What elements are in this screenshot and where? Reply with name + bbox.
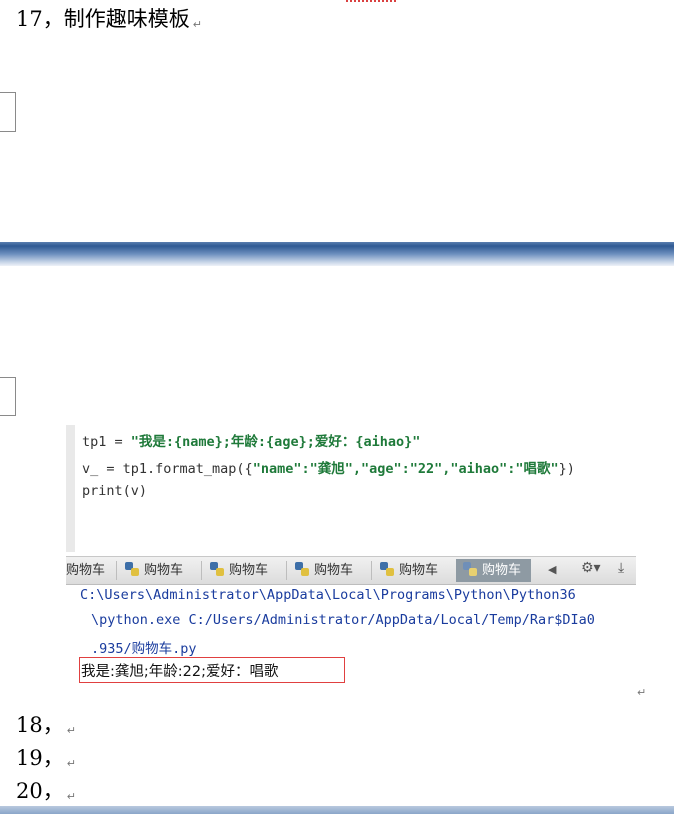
page-bottom-bar xyxy=(0,806,674,814)
page-break-bar xyxy=(0,242,674,266)
run-tab[interactable]: 购物车 xyxy=(209,559,268,582)
paragraph-mark-icon: ↵ xyxy=(66,724,76,737)
run-tab[interactable]: 购物车 xyxy=(379,559,438,582)
python-icon xyxy=(463,562,477,576)
paragraph-mark-icon: ↵ xyxy=(637,686,647,699)
console-result: 我是:龚旭;年龄:22;爱好：唱歌 xyxy=(81,664,279,680)
python-icon xyxy=(125,562,139,576)
heading-17-text: 17，制作趣味模板 xyxy=(16,7,190,31)
run-tab[interactable]: 购物车 xyxy=(124,559,183,582)
margin-corner-mark xyxy=(0,92,16,132)
code-line-1: tp1 = "我是:{name};年龄:{age};爱好：{aihao}" xyxy=(82,434,421,450)
item-20: 20， ↵ xyxy=(16,779,76,803)
python-icon xyxy=(295,562,309,576)
python-icon xyxy=(210,562,224,576)
run-tab-active[interactable]: 购物车 xyxy=(456,559,532,582)
code-line-3: print(v) xyxy=(82,483,148,499)
paragraph-mark-icon: ↵ xyxy=(192,18,202,31)
margin-corner-mark xyxy=(0,377,16,416)
paragraph-mark-icon: ↵ xyxy=(66,757,76,770)
console-line-2: \python.exe C:/Users/Administrator/AppDa… xyxy=(91,612,595,628)
run-tab[interactable]: 购物车 xyxy=(294,559,353,582)
heading-17: 17，制作趣味模板 ↵ xyxy=(16,7,202,37)
editor-gutter xyxy=(66,425,75,552)
run-tab-partial[interactable]: 购物车 xyxy=(66,559,105,582)
item-19: 19， ↵ xyxy=(16,746,76,770)
item-18: 18， ↵ xyxy=(16,713,76,737)
python-icon xyxy=(380,562,394,576)
paragraph-mark-icon: ↵ xyxy=(66,790,76,803)
spellcheck-underline xyxy=(346,0,396,2)
run-tab-bar: 购物车 购物车 购物车 购物车 购物车 购物车 ◀ ⚙▾ ⤓ xyxy=(66,556,636,585)
code-line-2: v_ = tp1.format_map({"name":"龚旭","age":"… xyxy=(82,461,575,477)
scroll-tabs-left-icon[interactable]: ◀ xyxy=(548,563,556,576)
code-editor-image: tp1 = "我是:{name};年龄:{age};爱好：{aihao}" v_… xyxy=(66,425,636,552)
console-line-1: C:\Users\Administrator\AppData\Local\Pro… xyxy=(80,587,576,603)
gear-icon[interactable]: ⚙▾ xyxy=(581,560,601,576)
download-icon[interactable]: ⤓ xyxy=(618,560,624,576)
console-line-3: .935/购物车.py xyxy=(91,641,197,657)
